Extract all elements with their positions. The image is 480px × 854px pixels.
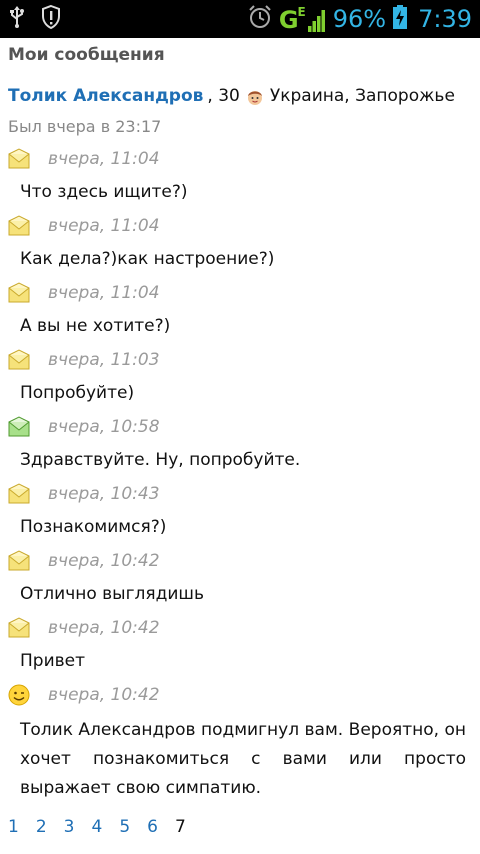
status-bar: G E 96% 7:39: [0, 0, 480, 38]
last-seen: Был вчера в 23:17: [8, 117, 162, 136]
user-age: , 30: [207, 86, 240, 106]
message-item[interactable]: вчера, 11:04 Что здесь ищите?): [8, 142, 472, 209]
message-time: вчера, 11:04: [48, 149, 160, 169]
battery-charging-icon: [392, 4, 408, 34]
message-time: вчера, 11:04: [48, 283, 160, 303]
message-time: вчера, 10:42: [48, 618, 160, 638]
page-link-1[interactable]: 1: [8, 817, 19, 837]
user-location: Украина, Запорожье: [269, 86, 455, 106]
message-time: вчера, 10:43: [48, 484, 160, 504]
envelope-icon: [8, 550, 30, 572]
message-text: Толик Александров подмигнул вам. Вероятн…: [20, 720, 466, 798]
user-profile-link[interactable]: Толик Александров: [8, 82, 203, 110]
message-text: Попробуйте): [20, 383, 135, 403]
message-time: вчера, 10:58: [48, 417, 160, 437]
user-info: Толик Александров , 30 Украина, Запорожь…: [8, 82, 472, 110]
message-time: вчера, 10:42: [48, 551, 160, 571]
usb-icon: [8, 5, 26, 33]
alert-shield-icon: [40, 4, 62, 34]
message-item[interactable]: вчера, 10:58 Здравствуйте. Ну, попробуйт…: [8, 410, 472, 477]
envelope-icon: [8, 148, 30, 170]
envelope-icon: [8, 483, 30, 505]
message-item[interactable]: вчера, 10:42 Привет: [8, 611, 472, 678]
current-page: 7: [174, 817, 186, 837]
page-link-6[interactable]: 6: [147, 817, 158, 837]
message-time: вчера, 11:04: [48, 216, 160, 236]
envelope-green-icon: [8, 416, 30, 438]
smiley-icon: [8, 684, 30, 706]
user-avatar-icon: [246, 87, 264, 105]
message-text: Отлично выглядишь: [20, 584, 205, 604]
message-item[interactable]: вчера, 11:04 Как дела?)как настроение?): [8, 209, 472, 276]
clock: 7:39: [418, 5, 472, 33]
messages-page: Мои сообщения Толик Александров , 30 Укр…: [0, 42, 480, 837]
envelope-icon: [8, 215, 30, 237]
message-text: Познакомимся?): [20, 517, 167, 537]
signal-icon: G E: [279, 5, 327, 33]
alarm-icon: [247, 4, 273, 34]
message-text: Как дела?)как настроение?): [20, 249, 275, 269]
page-link-3[interactable]: 3: [64, 817, 75, 837]
page-link-2[interactable]: 2: [36, 817, 47, 837]
pagination: 1 2 3 4 5 6 7: [8, 817, 472, 837]
envelope-icon: [8, 349, 30, 371]
message-text: А вы не хотите?): [20, 316, 171, 336]
message-text: Что здесь ищите?): [20, 182, 188, 202]
page-link-5[interactable]: 5: [119, 817, 130, 837]
message-item[interactable]: вчера, 10:43 Познакомимся?): [8, 477, 472, 544]
envelope-icon: [8, 617, 30, 639]
message-text: Здравствуйте. Ну, попробуйте.: [20, 450, 301, 470]
page-link-4[interactable]: 4: [91, 817, 102, 837]
message-text: Привет: [20, 651, 86, 671]
message-item[interactable]: вчера, 11:04 А вы не хотите?): [8, 276, 472, 343]
page-title: Мои сообщения: [8, 45, 165, 65]
message-item[interactable]: вчера, 11:03 Попробуйте): [8, 343, 472, 410]
envelope-icon: [8, 282, 30, 304]
message-time: вчера, 10:42: [48, 685, 160, 705]
message-item[interactable]: вчера, 10:42 Отлично выглядишь: [8, 544, 472, 611]
battery-percent: 96%: [332, 5, 387, 33]
message-time: вчера, 11:03: [48, 350, 160, 370]
message-item[interactable]: вчера, 10:42 Толик Александров подмигнул…: [8, 678, 472, 803]
